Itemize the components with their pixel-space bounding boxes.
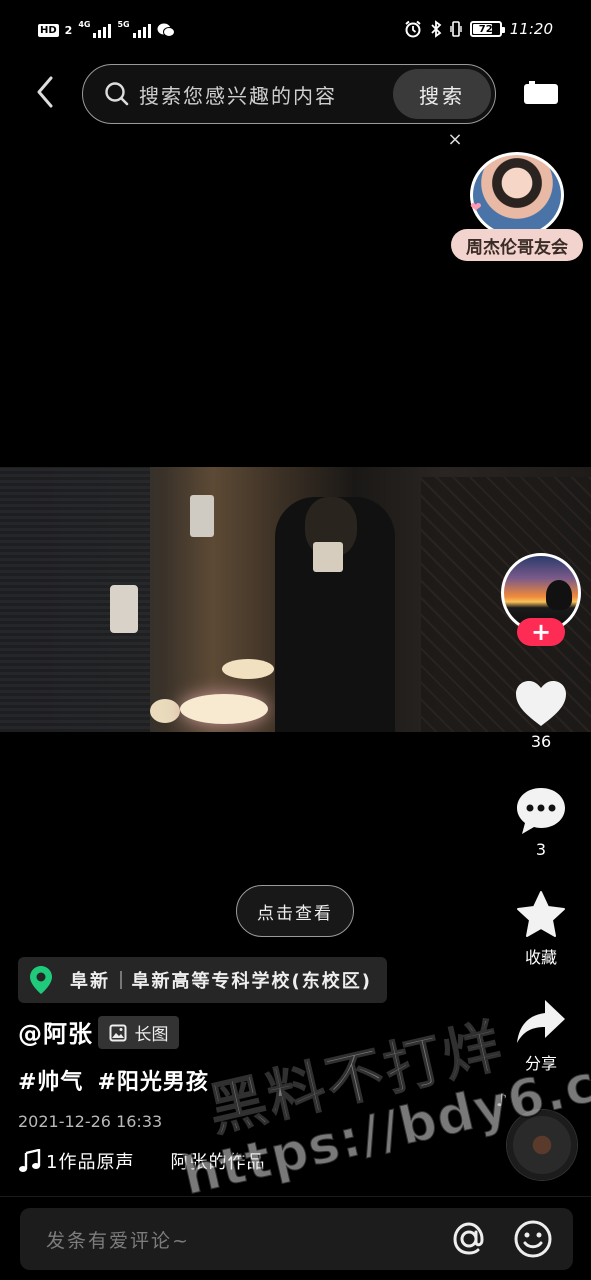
location-tag[interactable]: 阜新 阜新高等专科学校(东校区) [18,957,387,1003]
author-username[interactable]: @阿张 [18,1014,93,1049]
vibrate-icon [450,21,462,37]
hd-badge: HD [38,23,59,37]
follow-button[interactable]: + [517,618,565,646]
image-icon [109,1024,126,1041]
long-image-label: 长图 [134,1025,169,1045]
favorite-label: 收藏 [524,948,557,967]
search-button[interactable]: 搜索 [393,69,491,119]
at-mention-icon[interactable] [449,1219,489,1259]
location-city: 阜新 [70,971,110,992]
wechat-icon [157,23,175,37]
ad-label[interactable]: 周杰伦哥友会 [451,229,583,261]
view-long-image-button[interactable]: 点击查看 [236,885,354,937]
share-arrow-icon [517,1000,565,1043]
ad-avatar[interactable] [470,152,564,238]
music-disc[interactable] [507,1110,577,1180]
long-image-tag[interactable]: 长图 [98,1016,179,1049]
battery-level: 72 [478,23,493,35]
chevron-left-icon [37,76,53,108]
clock: 11:20 [509,20,553,38]
network-type-2: 5G [117,19,130,29]
signal-icon [93,22,112,38]
emoji-icon[interactable] [513,1219,553,1259]
hashtag[interactable]: #阳光男孩 [97,1064,208,1096]
hashtag-list: #帅气 #阳光男孩 [18,1064,209,1096]
hashtag[interactable]: #帅气 [18,1064,83,1096]
floating-note-icon: ♪ [496,1090,508,1111]
post-timestamp: 2021-12-26 16:33 [18,1112,163,1131]
status-bar: HD 2 4G 5G 72 11:20 [0,0,591,64]
location-pin-icon [30,966,52,994]
music-note-icon [19,1149,41,1172]
like-count: 36 [530,732,552,751]
heart-icon [516,681,566,726]
battery-icon: 72 [469,21,505,37]
heart-decoration-icon: ❤ [470,200,482,216]
like-button[interactable]: 36 [506,680,576,751]
sim-indicator: 2 [64,23,73,37]
search-input[interactable]: 搜索您感兴趣的内容 搜索 [82,64,496,124]
music-author: 阿张的作品 [170,1152,266,1173]
share-label: 分享 [524,1054,557,1073]
comment-icon [517,788,565,834]
status-left: HD 2 4G 5G [38,19,175,38]
comment-input[interactable]: 发条有爱评论~ [20,1208,573,1270]
comment-placeholder: 发条有爱评论~ [46,1229,190,1252]
signal-icon-2 [132,22,151,38]
share-button[interactable]: 分享 [506,998,576,1074]
star-icon [517,891,565,937]
bluetooth-icon [431,20,442,38]
camera-icon[interactable] [523,80,559,106]
status-right: 72 11:20 [404,20,553,38]
music-source: 1作品原声 [46,1152,135,1173]
comment-count: 3 [535,840,547,859]
back-button[interactable] [28,70,62,114]
favorite-button[interactable]: 收藏 [506,890,576,968]
close-ad-button[interactable]: × [444,128,466,150]
location-place: 阜新高等专科学校(东校区) [131,971,372,992]
alarm-icon [405,20,421,38]
divider [0,1196,591,1197]
comment-button[interactable]: 3 [506,786,576,859]
network-type-1: 4G [78,19,91,29]
location-divider [120,971,122,989]
video-post-screen: HD 2 4G 5G 72 11:20 搜索您感兴趣的内容 搜索 × ❤ 周杰伦… [0,0,591,1280]
search-icon [105,82,129,106]
music-info[interactable]: 1作品原声 阿张的作品 [18,1148,265,1174]
